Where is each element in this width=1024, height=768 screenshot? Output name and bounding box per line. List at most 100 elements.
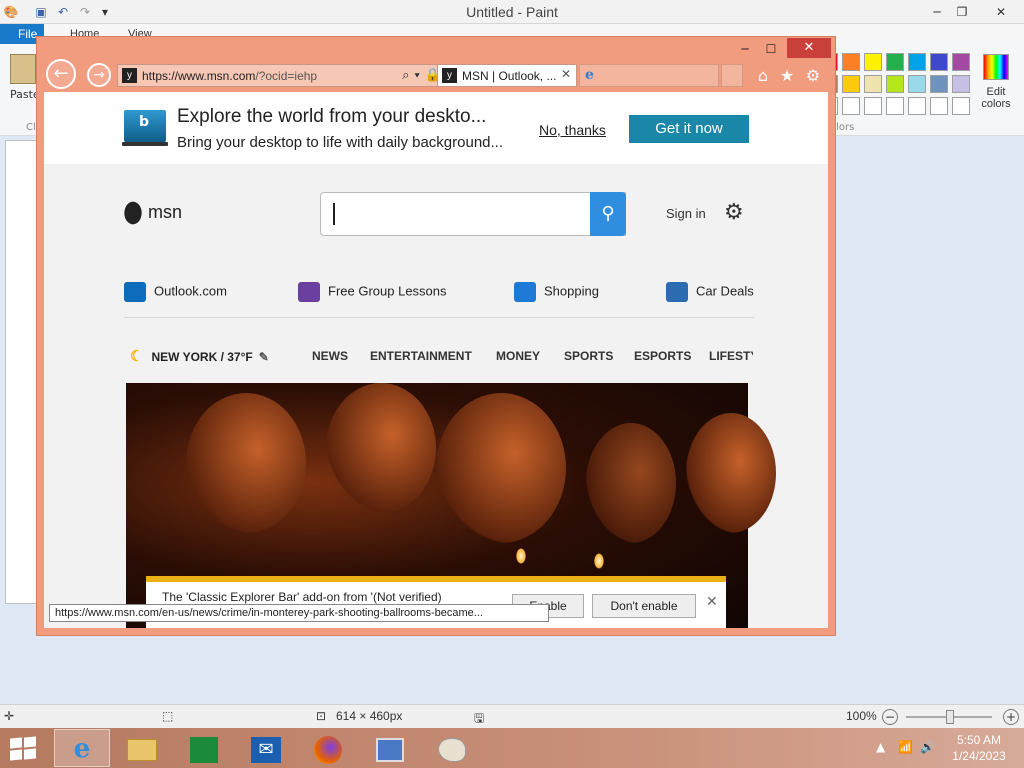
ie-close-button[interactable]: ✕ [787, 38, 831, 58]
zoom-out-button[interactable]: − [882, 709, 898, 725]
taskbar-remote-desktop[interactable] [362, 729, 418, 767]
clock-date: 1/24/2023 [952, 749, 1006, 763]
color-swatch[interactable] [864, 75, 882, 93]
selection-size-icon: ⬚ [162, 709, 174, 723]
new-tab-button[interactable]: e [579, 64, 719, 87]
home-icon[interactable]: ⌂ [753, 66, 773, 85]
nav-news[interactable]: NEWS [312, 349, 348, 363]
search-dropdown-icon[interactable]: ⌕▾ [402, 67, 425, 82]
weather-location[interactable]: ☾ NEW YORK / 37°F ✎ [130, 347, 269, 365]
quick-link-car-deals[interactable]: Car Deals [666, 282, 754, 302]
paint-window-title: Untitled - Paint [466, 4, 558, 20]
weather-text: NEW YORK / 37°F [151, 350, 253, 364]
color-swatch[interactable] [864, 53, 882, 71]
photo-person [186, 393, 306, 533]
color-swatch[interactable] [952, 75, 970, 93]
color-swatch[interactable] [886, 75, 904, 93]
taskbar-internet-explorer[interactable]: e [54, 729, 110, 767]
color-swatch[interactable] [842, 97, 860, 115]
nav-lifestyle[interactable]: LIFESTY [709, 349, 753, 363]
addon-message: The 'Classic Explorer Bar' add-on from '… [162, 590, 442, 604]
settings-gear-icon[interactable]: ⚙ [803, 66, 823, 85]
tab-msn[interactable]: y MSN | Outlook, ... ✕ [437, 64, 577, 87]
photo-person [586, 423, 676, 543]
forward-button[interactable]: → [87, 63, 111, 87]
url-path: /?ocid=iehp [255, 69, 318, 83]
ie-minimize-button[interactable]: ─ [737, 39, 753, 59]
windows-logo-pane [10, 737, 22, 749]
internet-explorer-window: ─ ☐ ✕ ← → y https://www.msn.com/?ocid=ie… [36, 36, 836, 636]
edit-colors-button[interactable]: Edit colors [976, 54, 1016, 110]
canvas-dimensions: 614 × 460px [336, 709, 403, 723]
taskbar-mail[interactable]: ✉ [238, 729, 294, 767]
color-swatch[interactable] [886, 97, 904, 115]
remote-desktop-icon [376, 737, 404, 762]
tab-overflow[interactable] [721, 64, 743, 87]
search-input[interactable] [320, 192, 626, 236]
system-clock[interactable]: 5:50 AM 1/24/2023 [944, 732, 1014, 764]
mail-icon: ✉ [251, 736, 281, 763]
nav-money[interactable]: MONEY [496, 349, 540, 363]
paint-restore-button[interactable]: ❐ [951, 2, 973, 22]
show-hidden-icons[interactable]: ▲ [876, 740, 885, 754]
nav-esports[interactable]: ESPORTS [634, 349, 691, 363]
color-swatch[interactable] [930, 75, 948, 93]
sign-in-link[interactable]: Sign in [666, 206, 706, 221]
paint-minimize-button[interactable]: ─ [926, 2, 948, 22]
quick-link-shopping[interactable]: Shopping [514, 282, 599, 302]
volume-icon[interactable]: 🔊 [920, 740, 935, 754]
paint-close-button[interactable]: ✕ [990, 2, 1012, 22]
paint-statusbar: ✛ ⬚ ⊡ 614 × 460px 🖫 100% − + [0, 704, 1024, 728]
zoom-slider-thumb[interactable] [946, 710, 954, 724]
outlook-icon [124, 282, 146, 302]
internet-explorer-icon: e [73, 734, 91, 764]
address-bar[interactable]: y https://www.msn.com/?ocid=iehp ⌕▾🔒↻ [117, 64, 467, 87]
candle-flame [516, 548, 526, 564]
shopping-cart-icon [514, 282, 536, 302]
address-url[interactable]: https://www.msn.com/?ocid=iehp [142, 69, 317, 83]
close-tab-icon[interactable]: ✕ [561, 67, 571, 81]
no-thanks-link[interactable]: No, thanks [539, 122, 606, 138]
get-it-now-button[interactable]: Get it now [629, 115, 749, 143]
quick-link-outlook[interactable]: Outlook.com [124, 282, 227, 302]
taskbar-paint[interactable] [424, 729, 480, 767]
color-swatch[interactable] [842, 75, 860, 93]
dont-enable-button[interactable]: Don't enable [592, 594, 696, 618]
msn-settings-gear-icon[interactable]: ⚙ [724, 200, 744, 225]
page-viewport: b Explore the world from your deskto... … [44, 92, 828, 628]
color-swatch[interactable] [952, 97, 970, 115]
back-button[interactable]: ← [46, 59, 76, 89]
color-swatch[interactable] [930, 53, 948, 71]
close-notification-icon[interactable]: ✕ [706, 594, 718, 610]
file-size-icon: 🖫 [474, 711, 485, 725]
search-button[interactable]: ⚲ [590, 192, 626, 236]
clipboard-icon [10, 54, 36, 84]
nav-entertainment[interactable]: ENTERTAINMENT [370, 349, 472, 363]
color-swatch[interactable] [842, 53, 860, 71]
network-icon[interactable]: 📶 [898, 740, 913, 754]
color-swatch[interactable] [930, 97, 948, 115]
taskbar-store[interactable] [176, 729, 232, 767]
ie-logo-icon: e [585, 67, 594, 83]
color-swatch[interactable] [908, 97, 926, 115]
divider [124, 317, 754, 318]
color-swatch[interactable] [864, 97, 882, 115]
taskbar-firefox[interactable] [300, 729, 356, 767]
favorites-star-icon[interactable]: ★ [777, 66, 797, 85]
photo-person [326, 383, 436, 513]
color-swatch[interactable] [952, 53, 970, 71]
edit-pencil-icon[interactable]: ✎ [259, 350, 269, 364]
start-button[interactable] [8, 736, 36, 761]
quick-link-free-group-lessons[interactable]: Free Group Lessons [298, 282, 447, 302]
color-swatch[interactable] [908, 75, 926, 93]
color-swatch[interactable] [886, 53, 904, 71]
msn-logo[interactable]: msn [120, 199, 182, 227]
ie-maximize-button[interactable]: ☐ [761, 39, 781, 59]
zoom-in-button[interactable]: + [1003, 709, 1019, 725]
msn-tab-favicon-icon: y [442, 68, 457, 83]
bing-b-icon: b [139, 114, 150, 130]
nav-sports[interactable]: SPORTS [564, 349, 613, 363]
tab-title: MSN | Outlook, ... [462, 69, 557, 83]
taskbar-file-explorer[interactable] [114, 729, 170, 767]
color-swatch[interactable] [908, 53, 926, 71]
